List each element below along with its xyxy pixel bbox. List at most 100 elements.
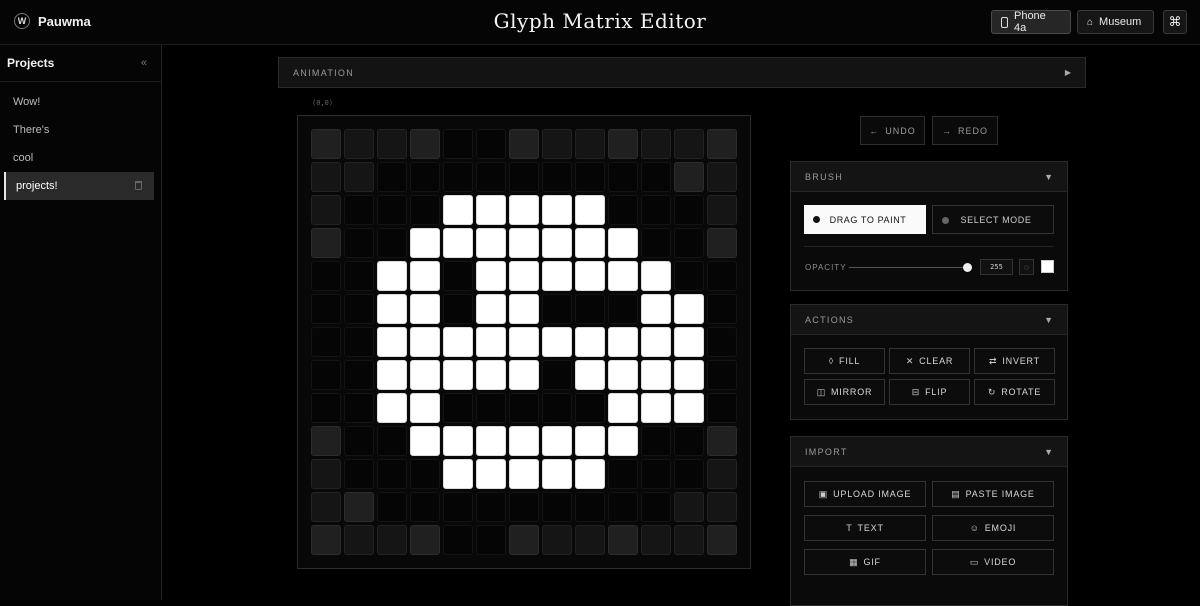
matrix-pixel-off[interactable] (311, 327, 341, 357)
matrix-pixel-on[interactable] (410, 294, 440, 324)
matrix-pixel-on[interactable] (476, 426, 506, 456)
matrix-pixel-off[interactable] (641, 228, 671, 258)
matrix-pixel-off[interactable] (641, 195, 671, 225)
undo-button[interactable]: ← UNDO (860, 116, 925, 145)
matrix-pixel-off[interactable] (344, 393, 374, 423)
matrix-pixel-on[interactable] (608, 426, 638, 456)
matrix-pixel-on[interactable] (410, 228, 440, 258)
matrix-pixel-on[interactable] (476, 228, 506, 258)
text-button[interactable]: T TEXT (804, 515, 926, 541)
matrix-pixel-on[interactable] (575, 426, 605, 456)
matrix-pixel-off[interactable] (509, 492, 539, 522)
matrix-pixel-off[interactable] (608, 195, 638, 225)
matrix-pixel-off[interactable] (443, 261, 473, 291)
matrix-pixel-on[interactable] (641, 393, 671, 423)
opacity-drop-icon[interactable]: ◌ (1019, 259, 1034, 275)
matrix-pixel-on[interactable] (542, 261, 572, 291)
matrix-pixel-on[interactable] (575, 327, 605, 357)
matrix-pixel-off[interactable] (476, 162, 506, 192)
matrix-pixel-off[interactable] (641, 162, 671, 192)
matrix-pixel-on[interactable] (641, 327, 671, 357)
upload-image-button[interactable]: ▣ UPLOAD IMAGE (804, 481, 926, 507)
matrix-pixel-off[interactable] (641, 426, 671, 456)
rotate-button[interactable]: ↻ ROTATE (974, 379, 1055, 405)
matrix-pixel-on[interactable] (410, 360, 440, 390)
opacity-slider-handle[interactable] (963, 263, 972, 272)
matrix-pixel-on[interactable] (509, 459, 539, 489)
actions-panel-header[interactable]: ACTIONS ▼ (791, 305, 1067, 335)
matrix-pixel-off[interactable] (575, 492, 605, 522)
matrix-pixel-off[interactable] (344, 327, 374, 357)
matrix-pixel-off[interactable] (509, 162, 539, 192)
matrix-pixel-on[interactable] (410, 393, 440, 423)
matrix-pixel-off[interactable] (344, 228, 374, 258)
matrix-pixel-on[interactable] (608, 261, 638, 291)
matrix-pixel-on[interactable] (509, 327, 539, 357)
matrix-pixel-on[interactable] (575, 195, 605, 225)
matrix-pixel-off[interactable] (542, 360, 572, 390)
invert-button[interactable]: ⇄ INVERT (974, 348, 1055, 374)
fill-button[interactable]: ◊ FILL (804, 348, 885, 374)
matrix-pixel-off[interactable] (311, 393, 341, 423)
matrix-pixel-off[interactable] (608, 492, 638, 522)
matrix-pixel-off[interactable] (542, 393, 572, 423)
matrix-pixel-off[interactable] (377, 228, 407, 258)
matrix-pixel-off[interactable] (575, 294, 605, 324)
matrix-pixel-on[interactable] (377, 393, 407, 423)
matrix-pixel-off[interactable] (311, 261, 341, 291)
matrix-pixel-off[interactable] (410, 162, 440, 192)
project-item[interactable]: There's (7, 116, 154, 144)
matrix-pixel-on[interactable] (443, 459, 473, 489)
matrix-pixel-off[interactable] (344, 426, 374, 456)
matrix-pixel-on[interactable] (608, 228, 638, 258)
matrix-pixel-off[interactable] (509, 393, 539, 423)
clear-button[interactable]: ✕ CLEAR (889, 348, 970, 374)
matrix-pixel-on[interactable] (443, 426, 473, 456)
matrix-pixel-on[interactable] (542, 195, 572, 225)
matrix-pixel-on[interactable] (476, 360, 506, 390)
matrix-pixel-on[interactable] (542, 459, 572, 489)
matrix-pixel-off[interactable] (443, 162, 473, 192)
matrix-pixel-off[interactable] (410, 459, 440, 489)
matrix-pixel-on[interactable] (476, 294, 506, 324)
matrix-pixel-on[interactable] (509, 195, 539, 225)
matrix-pixel-off[interactable] (344, 360, 374, 390)
matrix-pixel-off[interactable] (674, 228, 704, 258)
matrix-pixel-off[interactable] (641, 459, 671, 489)
video-button[interactable]: ▭ VIDEO (932, 549, 1054, 575)
matrix-pixel-on[interactable] (608, 360, 638, 390)
matrix-pixel-on[interactable] (377, 360, 407, 390)
matrix-pixel-off[interactable] (377, 492, 407, 522)
matrix-pixel-off[interactable] (542, 294, 572, 324)
matrix-pixel-on[interactable] (641, 261, 671, 291)
matrix-pixel-off[interactable] (443, 129, 473, 159)
matrix-pixel-on[interactable] (509, 294, 539, 324)
matrix-pixel-on[interactable] (476, 327, 506, 357)
matrix-pixel-off[interactable] (476, 525, 506, 555)
matrix-pixel-off[interactable] (410, 492, 440, 522)
matrix-pixel-on[interactable] (377, 294, 407, 324)
matrix-pixel-on[interactable] (674, 327, 704, 357)
matrix-pixel-off[interactable] (377, 195, 407, 225)
matrix-pixel-on[interactable] (443, 327, 473, 357)
matrix-pixel-on[interactable] (410, 327, 440, 357)
matrix-pixel-off[interactable] (542, 492, 572, 522)
matrix-pixel-on[interactable] (476, 261, 506, 291)
matrix-pixel-on[interactable] (575, 459, 605, 489)
matrix-pixel-off[interactable] (707, 360, 737, 390)
matrix-pixel-on[interactable] (575, 228, 605, 258)
mirror-button[interactable]: ◫ MIRROR (804, 379, 885, 405)
matrix-pixel-on[interactable] (674, 294, 704, 324)
project-item-active[interactable]: projects! (4, 172, 154, 200)
matrix-pixel-off[interactable] (476, 393, 506, 423)
matrix-pixel-on[interactable] (410, 426, 440, 456)
matrix-pixel-on[interactable] (476, 195, 506, 225)
matrix-pixel-off[interactable] (575, 393, 605, 423)
matrix-pixel-on[interactable] (377, 261, 407, 291)
matrix-pixel-off[interactable] (344, 294, 374, 324)
matrix-pixel-off[interactable] (443, 393, 473, 423)
matrix-pixel-on[interactable] (509, 426, 539, 456)
matrix-pixel-off[interactable] (344, 195, 374, 225)
matrix-pixel-off[interactable] (674, 261, 704, 291)
project-item[interactable]: Wow! (7, 88, 154, 116)
